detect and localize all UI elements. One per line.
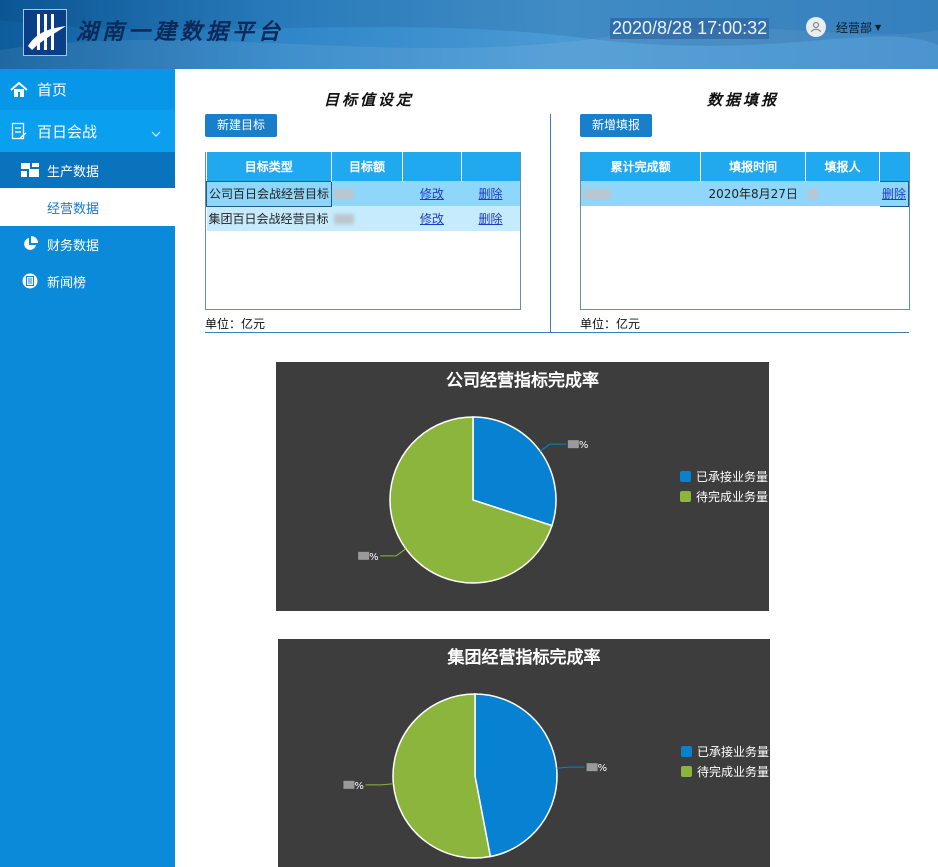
obscured-percent-value [358,551,370,560]
sidebar-item-campaign[interactable]: 百日会战 [0,110,175,152]
chevron-down-icon [151,124,161,142]
label-leader-line [380,548,407,557]
sidebar-item-business-data[interactable]: 经营数据 [0,188,175,226]
datetime-display: 2020/8/28 17:00:32 [610,18,770,39]
column-header: 填报时间 [700,152,807,181]
column-header [461,152,520,181]
label-leader-line [539,443,566,452]
campaign-icon [9,121,29,141]
table-row: 2020年8月27日 删除 [581,180,910,207]
target-type-cell: 集团百日会战经营目标 [206,206,332,231]
sidebar-item-label: 首页 [37,81,68,99]
sidebar-item-label: 财务数据 [47,238,100,254]
legend-item[interactable]: 已承接业务量 [680,466,768,486]
chart-title: 集团经营指标完成率 [447,648,601,668]
delete-link[interactable]: 删除 [882,187,906,201]
report-time-cell: 2020年8月27日 [700,181,806,206]
section-divider [205,332,909,333]
dashboard-icon [20,160,40,180]
column-header: 累计完成额 [581,152,702,181]
chart-title: 公司经营指标完成率 [446,371,599,391]
legend-item[interactable]: 待完成业务量 [681,761,769,781]
obscured-percent-value [567,440,579,449]
legend-item[interactable]: 已承接业务量 [681,741,769,761]
user-avatar-icon [806,17,826,37]
target-amount-cell [331,206,403,231]
company-logo [23,9,67,56]
sidebar: 首页 百日会战 生产数据 经营数据 财务数据 新闻榜 [0,69,175,867]
chart-legend: 已承接业务量 待完成业务量 [681,741,769,781]
target-table: 目标类型 目标额 公司百日会战经营目标 修改 删除 集团百日会战经营目标 修改 … [205,152,521,310]
company-completion-chart: %% 公司经营指标完成率 已承接业务量 待完成业务量 [276,362,769,611]
user-menu[interactable]: 经营部 ▼ [806,17,881,37]
report-section-title: 数据填报 [707,91,780,109]
user-name: 经营部 [836,20,873,35]
column-header: 目标额 [331,152,403,181]
news-icon [20,271,40,291]
pie-slice-undertaken[interactable] [474,693,558,858]
sidebar-item-label: 百日会战 [37,122,98,141]
column-header: 填报人 [805,152,880,181]
column-header [402,152,462,181]
sidebar-item-label: 经营数据 [47,201,100,217]
column-header: 目标类型 [206,152,333,181]
sidebar-item-production[interactable]: 生产数据 [0,152,175,188]
table-row: 集团百日会战经营目标 修改 删除 [206,206,520,231]
new-target-button[interactable]: 新建目标 [205,114,278,137]
home-icon [9,80,29,100]
pie-icon [20,234,40,254]
sidebar-item-finance[interactable]: 财务数据 [0,226,175,262]
sidebar-item-home[interactable]: 首页 [0,69,175,110]
legend-item[interactable]: 待完成业务量 [680,486,768,506]
app-header: 湖南一建数据平台 2020/8/28 17:00:32 经营部 ▼ [0,0,938,69]
edit-link[interactable]: 修改 [420,187,444,201]
target-unit-label: 单位：亿元 [205,317,266,331]
percent-sign-label: % [354,781,364,792]
percent-sign-label: % [598,763,608,774]
edit-link[interactable]: 修改 [420,212,444,226]
delete-link[interactable]: 删除 [478,187,502,201]
group-completion-chart: %% 集团经营指标完成率 已承接业务量 待完成业务量 [278,639,770,867]
obscured-percent-value [586,763,598,772]
delete-link[interactable]: 删除 [478,212,502,226]
new-report-button[interactable]: 新增填报 [580,114,653,137]
label-leader-line [365,783,394,786]
obscured-percent-value [343,780,355,789]
target-section-title: 目标值设定 [324,91,415,109]
column-header [879,152,909,181]
sidebar-item-label: 新闻榜 [47,275,87,291]
table-row: 公司百日会战经营目标 修改 删除 [205,180,520,207]
app-title: 湖南一建数据平台 [76,19,285,45]
section-divider [550,114,551,332]
sidebar-item-label: 生产数据 [47,164,100,180]
target-type-cell: 公司百日会战经营目标 [205,180,333,207]
percent-sign-label: % [369,552,379,563]
cumulative-amount-cell [581,181,701,206]
reporter-cell [805,181,880,206]
report-table: 累计完成额 填报时间 填报人 2020年8月27日 删除 [580,152,910,310]
report-unit-label: 单位：亿元 [580,317,641,331]
caret-down-icon: ▼ [875,22,882,32]
sidebar-item-news[interactable]: 新闻榜 [0,263,175,299]
chart-legend: 已承接业务量 待完成业务量 [680,466,768,506]
label-leader-line [556,766,585,769]
target-amount-cell [331,181,403,206]
percent-sign-label: % [579,440,589,451]
